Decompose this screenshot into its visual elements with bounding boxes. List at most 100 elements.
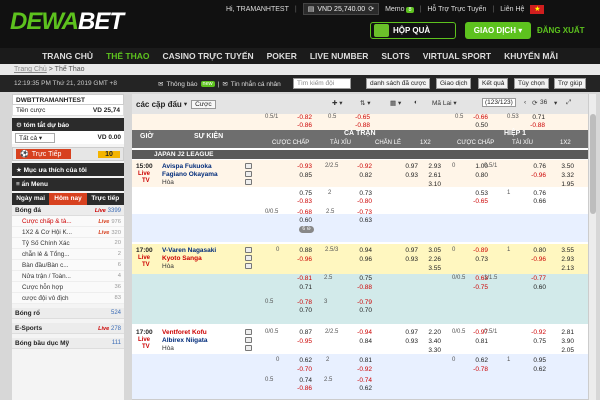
odd[interactable]: -0.78: [468, 366, 488, 373]
team-search-input[interactable]: Tìm kiếm đội: [293, 78, 351, 89]
bet-type-button[interactable]: Cược: [191, 99, 216, 109]
odd[interactable]: -0.95: [290, 338, 312, 345]
nav-promotions[interactable]: KHUYẾN MÃI: [504, 51, 558, 61]
odd[interactable]: 0.94: [350, 247, 372, 254]
odd[interactable]: 0.63: [350, 217, 372, 224]
prev-odd-7[interactable]: 0.50: [468, 122, 488, 129]
refresh-odds-icon[interactable]: ⟳: [532, 99, 537, 107]
sub-odd-even[interactable]: chẵn lẻ & Tổng... 2: [12, 249, 124, 260]
more-bets-badge[interactable]: 6 ⊖: [299, 226, 314, 233]
odd[interactable]: 0.66: [528, 198, 546, 205]
nav-live-number[interactable]: LIVE NUMBER: [310, 51, 369, 61]
odd[interactable]: -0.75: [468, 284, 488, 291]
odd[interactable]: 0.95: [528, 357, 546, 364]
odd[interactable]: -0.86: [290, 385, 312, 392]
odd[interactable]: 3.05: [423, 247, 441, 254]
odd[interactable]: 2.05: [556, 347, 574, 354]
odd[interactable]: 3.55: [423, 265, 441, 272]
prev-odd-2[interactable]: -0.65: [350, 114, 370, 121]
odd[interactable]: 2.61: [423, 172, 441, 179]
odd[interactable]: 0.97: [400, 247, 418, 254]
star-icon[interactable]: [245, 179, 252, 185]
favorites-header[interactable]: ★ Mục ưa thích của tôi: [12, 163, 124, 176]
tv-icon[interactable]: [245, 255, 252, 261]
odd[interactable]: 3.55: [556, 247, 574, 254]
odd[interactable]: 3.32: [556, 172, 574, 179]
odd[interactable]: -0.96: [290, 256, 312, 263]
odd[interactable]: 0.96: [350, 256, 372, 263]
league-header[interactable]: JAPAN J2 LEAGUE: [132, 150, 588, 159]
sub-1x2[interactable]: 1X2 & Cơ Hội K... Live 320: [12, 227, 124, 238]
personal-message-link[interactable]: Tin nhắn cá nhân: [231, 81, 281, 88]
star-icon[interactable]: [245, 345, 252, 351]
odd[interactable]: 0.82: [350, 172, 372, 179]
breadcrumb-home[interactable]: Trang Chủ: [14, 66, 47, 73]
odd[interactable]: -0.70: [290, 366, 312, 373]
odd[interactable]: -0.77: [528, 275, 546, 282]
live-row[interactable]: ⚽ Trực Tiếp 10: [12, 147, 124, 161]
memo-link[interactable]: Memo 8: [385, 6, 414, 13]
vietnam-flag-icon[interactable]: ★: [530, 4, 545, 14]
prev-odd-5[interactable]: -0.86: [292, 122, 312, 129]
odd[interactable]: -0.80: [350, 198, 372, 205]
chevron-down-icon[interactable]: ▾: [184, 100, 187, 108]
odd[interactable]: 0.74: [290, 377, 312, 384]
tv-icon[interactable]: [245, 171, 252, 177]
sub-first-goal[interactable]: Bàn đầu/Bàn c... 6: [12, 260, 124, 271]
odd[interactable]: -0.65: [468, 198, 488, 205]
odd[interactable]: -0.96: [528, 256, 546, 263]
odd[interactable]: 0.97: [400, 329, 418, 336]
refresh-icon[interactable]: ⟳: [368, 5, 374, 13]
odd[interactable]: 0.62: [468, 357, 488, 364]
odd[interactable]: 0.73: [468, 256, 488, 263]
odd[interactable]: 2.20: [423, 329, 441, 336]
odd[interactable]: 0.76: [528, 163, 546, 170]
odd[interactable]: 2.93: [556, 256, 574, 263]
odd[interactable]: -0.89: [468, 247, 488, 254]
add-icon[interactable]: ✚ ▾: [332, 99, 343, 107]
odd[interactable]: 0.93: [400, 256, 418, 263]
odd[interactable]: -0.68: [290, 209, 312, 216]
odd[interactable]: 0.81: [350, 357, 372, 364]
odd[interactable]: -0.74: [350, 377, 372, 384]
odd[interactable]: 0.93: [400, 172, 418, 179]
nav-poker[interactable]: POKER: [267, 51, 297, 61]
odd[interactable]: 3.30: [423, 347, 441, 354]
odd[interactable]: 0.87: [290, 329, 312, 336]
odd[interactable]: 3.10: [423, 181, 441, 188]
odd[interactable]: 2.26: [423, 256, 441, 263]
balance-box[interactable]: ▤ VND 25,740.00 ⟳: [302, 3, 380, 15]
odd[interactable]: 0.80: [468, 172, 488, 179]
odd[interactable]: -0.92: [350, 366, 372, 373]
match-tv[interactable]: TV: [142, 262, 150, 268]
brand-logo[interactable]: DEWABET: [10, 8, 124, 36]
display-icon[interactable]: ▦ ▾: [390, 99, 401, 107]
stats-icon[interactable]: [245, 163, 252, 169]
gift-button[interactable]: HỘP QUÀ: [370, 22, 456, 39]
odd[interactable]: 0.70: [290, 307, 312, 314]
logout-link[interactable]: ĐĂNG XUẤT: [537, 26, 585, 35]
sport-american-football[interactable]: Bóng bầu dục Mỹ 111: [12, 338, 124, 349]
odd[interactable]: -0.88: [350, 284, 372, 291]
odd[interactable]: 3.90: [556, 338, 574, 345]
nav-slots[interactable]: SLOTS: [381, 51, 409, 61]
odd[interactable]: 0.71: [290, 284, 312, 291]
help-button[interactable]: Trợ giúp: [554, 78, 587, 89]
stats-icon[interactable]: [245, 329, 252, 335]
nav-casino[interactable]: CASINO TRỰC TUYẾN: [163, 51, 254, 61]
odd[interactable]: 0.97: [400, 163, 418, 170]
prev-odd-8[interactable]: -0.88: [525, 122, 545, 129]
fullscreen-icon[interactable]: ⤢: [566, 99, 571, 107]
odd[interactable]: -0.94: [350, 329, 372, 336]
prev-odd-1[interactable]: -0.82: [292, 114, 312, 121]
odd[interactable]: 2.13: [556, 265, 574, 272]
notice-area[interactable]: ✉ Thông báo new | ✉ Tin nhắn cá nhân: [158, 80, 281, 89]
transactions-button[interactable]: Giao dịch: [436, 78, 472, 89]
odd[interactable]: -0.92: [528, 329, 546, 336]
odd[interactable]: 0.62: [350, 385, 372, 392]
menu-toggle[interactable]: ≡ ẩn Menu: [12, 178, 124, 191]
nav-virtual-sport[interactable]: VIRTUAL SPORT: [423, 51, 491, 61]
live-button[interactable]: ⚽ Trực Tiếp: [16, 149, 72, 159]
sport-basketball[interactable]: Bóng rổ 524: [12, 308, 124, 319]
odd[interactable]: 0.62: [290, 357, 312, 364]
